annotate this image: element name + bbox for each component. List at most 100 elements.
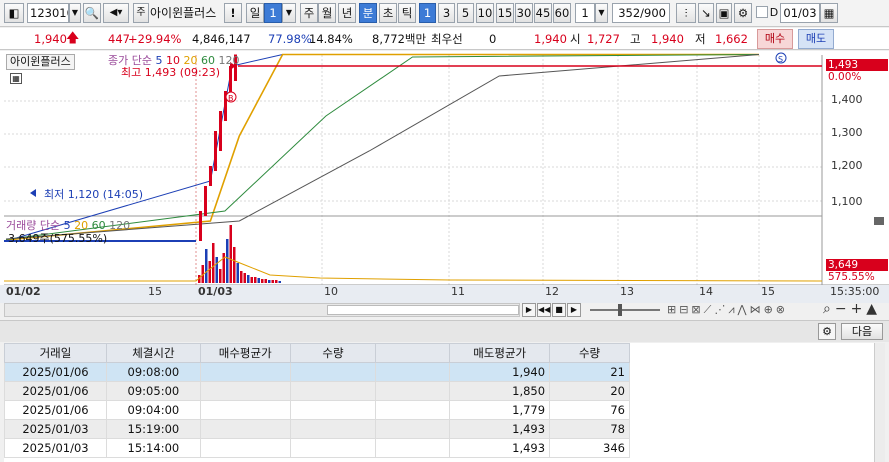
scroll-right-icon[interactable]: ▶ xyxy=(522,303,536,317)
tab-tick[interactable]: 틱 xyxy=(398,3,416,23)
speaker-icon[interactable]: ◀▾ xyxy=(103,3,129,23)
table-cell xyxy=(375,419,451,439)
tab-year[interactable]: 년 xyxy=(338,3,356,23)
interval-3[interactable]: 3 xyxy=(438,3,455,23)
table-cell: 1,493 xyxy=(449,419,551,439)
table-settings-gear-icon[interactable]: ⚙ xyxy=(818,323,836,340)
day-dropdown-icon[interactable]: ▼ xyxy=(282,3,296,23)
x-axis-bar xyxy=(0,285,889,303)
high-marker: 최고 1,493 (09:23) xyxy=(121,66,221,79)
turnover: 14.84% xyxy=(309,32,353,46)
zoom-controls[interactable]: ⌕−+▲ xyxy=(823,302,881,316)
interval-45[interactable]: 45 xyxy=(534,3,552,23)
alert-icon[interactable]: ! xyxy=(224,3,242,23)
candle xyxy=(214,131,217,171)
high-label: 고 xyxy=(630,32,641,46)
indicator-icon[interactable]: ↘ xyxy=(698,3,714,23)
pane-close-icon[interactable] xyxy=(874,217,884,225)
tab-month[interactable]: 월 xyxy=(318,3,336,23)
price-box: 1,493 xyxy=(826,59,888,71)
interval-5[interactable]: 5 xyxy=(457,3,474,23)
table-cell xyxy=(199,419,291,439)
volume: 4,846,147 xyxy=(192,32,251,46)
candle-icon[interactable]: ⫶ xyxy=(676,3,696,23)
sub-toolbar xyxy=(0,320,889,342)
candle xyxy=(199,211,202,241)
table-row[interactable]: 2025/01/03 15:19:00 1,493 78 xyxy=(4,419,630,439)
grid-toggle-icon[interactable]: ▦ xyxy=(10,73,22,84)
volume-bar xyxy=(212,243,215,283)
stock-info-icon[interactable]: 주 xyxy=(133,3,149,23)
chart-menu-icon[interactable]: ◧ xyxy=(4,3,24,23)
horizontal-scrollbar[interactable] xyxy=(4,303,520,317)
table-cell: 20 xyxy=(549,381,630,401)
interval-30[interactable]: 30 xyxy=(515,3,533,23)
volume-bar xyxy=(208,261,211,283)
interval-15[interactable]: 15 xyxy=(496,3,514,23)
speed-slider[interactable] xyxy=(590,304,660,316)
search-icon[interactable]: 🔍 xyxy=(83,3,101,23)
table-cell: 1,779 xyxy=(449,400,551,420)
volume-box-pct: 575.55% xyxy=(828,271,875,283)
table-row[interactable]: 2025/01/06 09:08:00 1,940 21 xyxy=(4,362,630,382)
scrollbar-thumb[interactable] xyxy=(327,305,519,315)
rewind-icon[interactable]: ◀◀ xyxy=(537,303,551,317)
date-input[interactable]: 01/03 xyxy=(780,3,820,23)
interval-1[interactable]: 1 xyxy=(419,3,436,23)
table-cell xyxy=(375,400,451,420)
table-cell: 1,493 xyxy=(449,438,551,458)
buy-button[interactable]: 매수 xyxy=(757,29,793,49)
sell-button[interactable]: 매도 xyxy=(798,29,834,49)
interval-60[interactable]: 60 xyxy=(553,3,571,23)
candle xyxy=(204,186,207,216)
interval-input[interactable]: 1 xyxy=(575,3,595,23)
table-row[interactable]: 2025/01/06 09:04:00 1,779 76 xyxy=(4,400,630,420)
next-button[interactable]: 다음 xyxy=(841,323,883,340)
interval-10[interactable]: 10 xyxy=(476,3,494,23)
sell-marker-letter: S xyxy=(778,55,783,64)
tab-minute[interactable]: 분 xyxy=(359,3,377,23)
table-cell: 76 xyxy=(549,400,630,420)
stop-icon[interactable]: ■ xyxy=(552,303,566,317)
best-priority-value: 0 xyxy=(489,32,497,46)
tab-day[interactable]: 일 xyxy=(246,3,264,23)
low-marker: 최저 1,120 (14:05) xyxy=(44,188,144,201)
stock-chart[interactable]: B S xyxy=(0,51,889,303)
gear-icon[interactable]: ⚙ xyxy=(734,3,752,23)
table-row[interactable]: 2025/01/03 15:14:00 1,493 346 xyxy=(4,438,630,458)
table-cell: 2025/01/03 xyxy=(4,419,107,439)
day-value[interactable]: 1 xyxy=(264,3,282,23)
date-checkbox[interactable] xyxy=(756,6,768,18)
low-label: 저 xyxy=(695,32,706,46)
price-change-pct: +29.94% xyxy=(128,32,182,46)
tab-second[interactable]: 초 xyxy=(379,3,397,23)
buy-marker-letter: B xyxy=(228,94,234,103)
volume-ratio: 77.98% xyxy=(268,32,312,46)
play-icon[interactable]: ▶ xyxy=(567,303,581,317)
speed-slider-handle[interactable] xyxy=(618,304,622,316)
code-dropdown-icon[interactable]: ▼ xyxy=(69,3,81,23)
interval-dropdown-icon[interactable]: ▼ xyxy=(595,3,608,23)
xtick-0103: 01/03 xyxy=(198,285,233,298)
legend-ma120: 120 xyxy=(218,54,240,67)
calendar-icon[interactable]: ▦ xyxy=(820,3,838,23)
ytick-1400: 1,400 xyxy=(831,93,863,106)
volume-bar xyxy=(243,273,246,283)
save-icon[interactable]: ▣ xyxy=(716,3,732,23)
stock-code-input[interactable]: 123010 xyxy=(27,3,69,23)
candle xyxy=(219,111,222,151)
table-cell: 2025/01/06 xyxy=(4,362,107,382)
table-row[interactable]: 2025/01/06 09:05:00 1,850 20 xyxy=(4,381,630,401)
candle xyxy=(209,166,212,186)
chart-background xyxy=(0,51,889,303)
xtick-13: 13 xyxy=(620,285,634,298)
table-scrollbar[interactable] xyxy=(874,343,885,462)
count-input[interactable]: 352/900 xyxy=(612,3,670,23)
drawing-tools[interactable]: ⊞⊟⊠⟋⋰⩘⋀⋈⊕⊗ xyxy=(667,303,788,317)
volume-bar xyxy=(226,239,229,283)
table-cell xyxy=(289,362,377,382)
tab-week[interactable]: 주 xyxy=(300,3,318,23)
volume-bar xyxy=(233,247,236,283)
ytick-1200: 1,200 xyxy=(831,159,863,172)
xtick-15b: 15 xyxy=(761,285,775,298)
